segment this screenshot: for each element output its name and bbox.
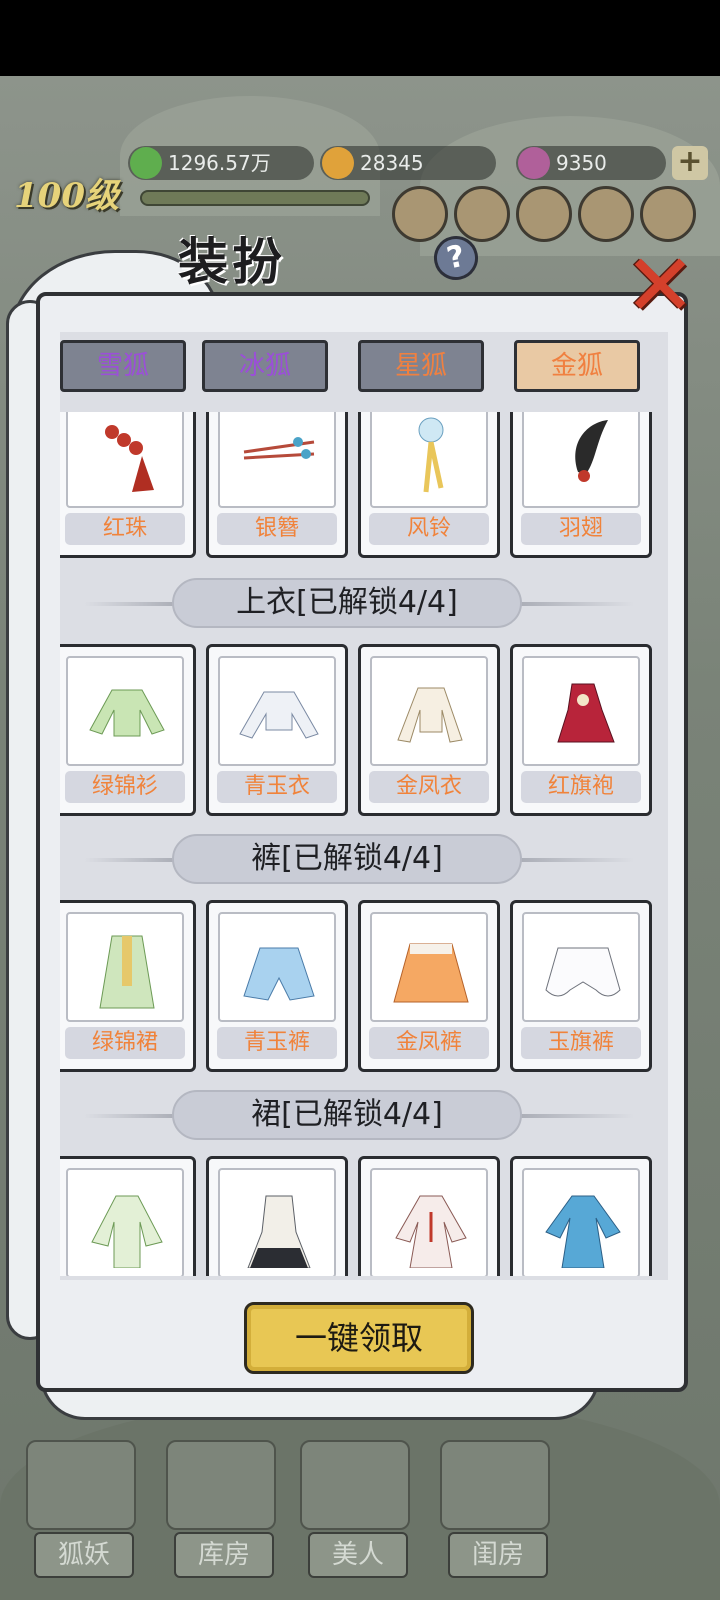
blue-pants-icon	[243, 947, 315, 1001]
coin-icon	[322, 147, 354, 179]
costume-item[interactable]: 青玉裤	[206, 900, 348, 1072]
white-top-icon	[239, 691, 319, 739]
flower-icon[interactable]	[640, 186, 696, 242]
gem-icon	[518, 147, 550, 179]
tab-binghu[interactable]: 冰狐	[202, 340, 328, 392]
white-red-dress-icon	[395, 1195, 467, 1268]
gem-counter: 9350	[516, 146, 666, 180]
add-currency-button[interactable]: +	[672, 146, 708, 180]
costume-item[interactable]: 红旗袍	[510, 644, 652, 816]
red-qipao-icon	[557, 683, 615, 743]
nav-fox-spirit[interactable]: 狐妖	[34, 1532, 134, 1578]
dialog-title: 装扮	[178, 232, 286, 291]
nav-beauty[interactable]: 美人	[308, 1532, 408, 1578]
orange-skirt-icon	[393, 943, 469, 1003]
storehouse-icon	[166, 1440, 276, 1530]
feather-wing-icon	[575, 420, 608, 482]
event-icon[interactable]	[454, 186, 510, 242]
costume-item[interactable]: 金凤裤	[358, 900, 500, 1072]
jade-counter: 1296.57万	[128, 146, 314, 180]
costume-item[interactable]	[510, 1156, 652, 1276]
beauty-icon	[300, 1440, 410, 1530]
green-dress-icon	[91, 1195, 163, 1268]
costume-item[interactable]	[206, 1156, 348, 1276]
gift-icon[interactable]	[516, 186, 572, 242]
shop-icon[interactable]	[392, 186, 448, 242]
white-bloomers-icon	[545, 947, 621, 997]
tab-xuehu[interactable]: 雪狐	[60, 340, 186, 392]
costume-item[interactable]: 红珠	[60, 412, 196, 558]
section-header-pants: 裤[已解锁4/4]	[84, 834, 634, 886]
nav-storehouse[interactable]: 库房	[174, 1532, 274, 1578]
crown-icon[interactable]	[578, 186, 634, 242]
costume-list[interactable]: 红珠 银簪 风铃 羽翅 上衣[已解锁4/4] 绿锦衫 青玉衣 金凤衣 红旗袍 裤…	[60, 412, 668, 1276]
costume-item[interactable]: 绿锦裙	[60, 900, 196, 1072]
costume-item[interactable]	[358, 1156, 500, 1276]
section-header-skirts: 裙[已解锁4/4]	[84, 1090, 634, 1142]
question-icon: ?	[443, 238, 469, 277]
level-progress-bar	[140, 190, 370, 206]
wind-chime-icon	[418, 417, 444, 493]
coin-counter: 28345	[320, 146, 496, 180]
costume-item[interactable]: 玉旗裤	[510, 900, 652, 1072]
tab-jinhu[interactable]: 金狐	[514, 340, 640, 392]
close-icon: ✕	[623, 236, 697, 336]
red-beads-icon	[105, 425, 154, 492]
silver-hairpin-icon	[243, 437, 315, 460]
costume-item[interactable]: 风铃	[358, 412, 500, 558]
green-skirt-icon	[99, 935, 155, 1009]
costume-item[interactable]: 羽翅	[510, 412, 652, 558]
tab-xinghu[interactable]: 星狐	[358, 340, 484, 392]
black-white-dress-icon	[247, 1195, 311, 1268]
section-header-tops: 上衣[已解锁4/4]	[84, 578, 634, 630]
nav-boudoir[interactable]: 闺房	[448, 1532, 548, 1578]
boudoir-icon	[440, 1440, 550, 1530]
costume-item[interactable]: 青玉衣	[206, 644, 348, 816]
costume-item[interactable]: 绿锦衫	[60, 644, 196, 816]
golden-phoenix-top-icon	[397, 687, 463, 743]
costume-item[interactable]	[60, 1156, 196, 1276]
player-level: 100级	[14, 176, 119, 216]
close-button[interactable]: ✕	[618, 243, 702, 330]
blue-dress-icon	[545, 1195, 621, 1268]
costume-item[interactable]: 金凤衣	[358, 644, 500, 816]
costume-item[interactable]: 银簪	[206, 412, 348, 558]
claim-all-button[interactable]: 一键领取	[244, 1302, 474, 1374]
fox-spirit-icon	[26, 1440, 136, 1530]
green-top-icon	[89, 689, 165, 737]
status-bar	[0, 0, 720, 76]
